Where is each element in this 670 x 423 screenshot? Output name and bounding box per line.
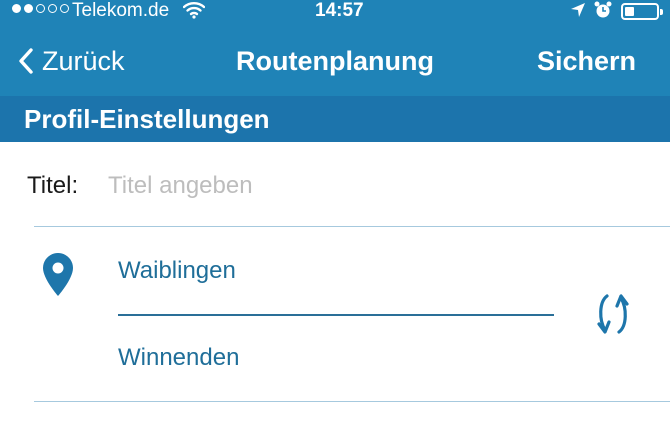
location-pin-icon [42,252,74,302]
swap-icon[interactable] [594,288,632,345]
route-separator [118,314,554,316]
top-bar: Telekom.de 14:57 Zurück Routenplanung Si… [0,0,670,96]
alarm-clock-icon [594,1,612,25]
signal-strength-icon [12,4,69,13]
divider [34,401,670,402]
status-time: 14:57 [315,0,364,21]
location-arrow-icon [570,2,586,24]
title-label: Titel: [27,172,79,199]
section-header: Profil-Einstellungen [0,96,670,142]
divider [34,226,670,227]
title-field-row: Titel: [0,164,670,208]
route-destination-field[interactable]: Winnenden [118,341,239,375]
status-bar: Telekom.de 14:57 [0,0,670,24]
route-start-field[interactable]: Waiblingen [118,254,236,288]
save-button[interactable]: Sichern [537,38,636,84]
carrier-name: Telekom.de [72,0,170,21]
section-title: Profil-Einstellungen [24,104,270,134]
battery-icon [621,3,663,20]
title-input[interactable] [108,168,628,204]
wifi-icon [182,1,206,25]
navigation-bar: Zurück Routenplanung Sichern [0,38,670,84]
